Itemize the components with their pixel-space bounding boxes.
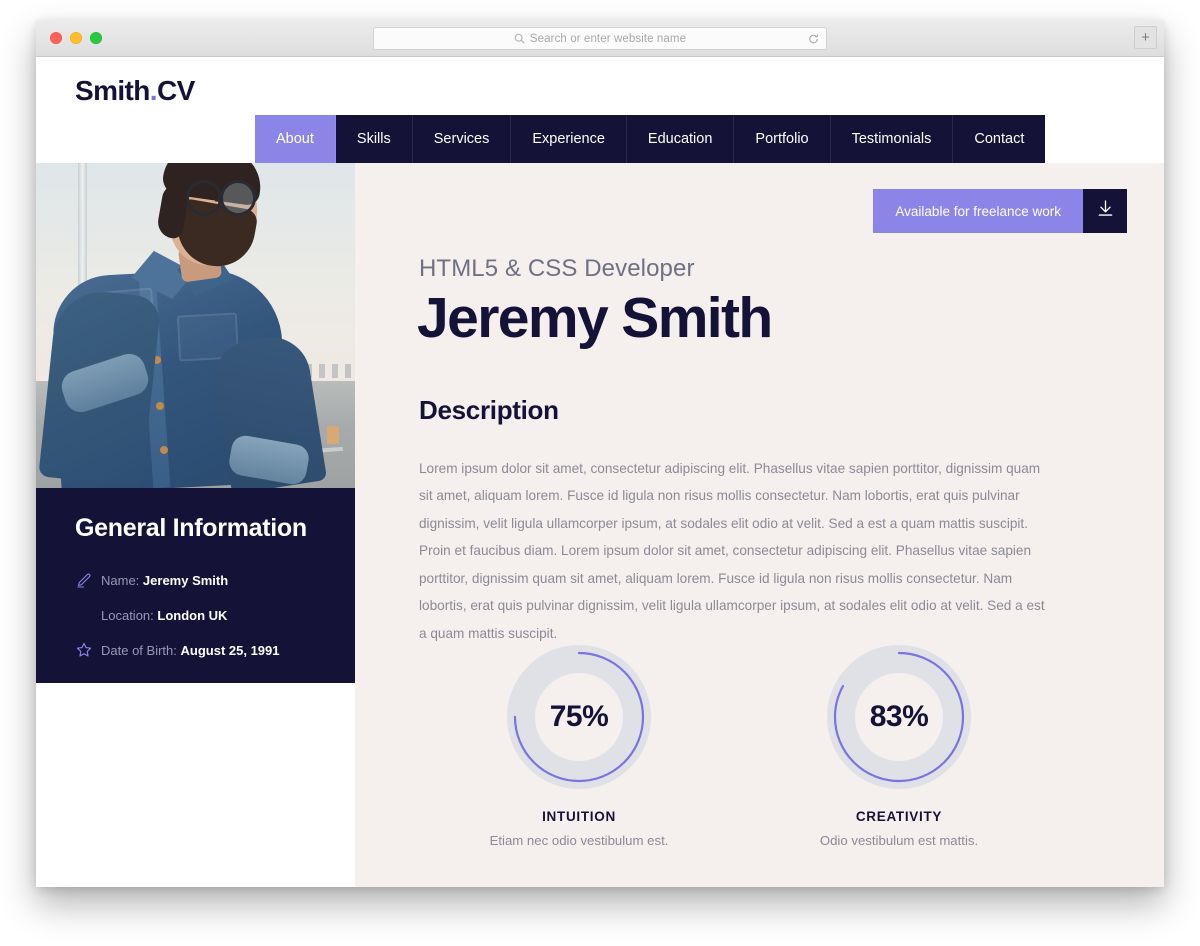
- browser-titlebar: Search or enter website name +: [36, 20, 1164, 57]
- nav-item-contact[interactable]: Contact: [953, 115, 1046, 163]
- nav-item-experience[interactable]: Experience: [511, 115, 627, 163]
- info-row-dob: Date of Birth: August 25, 1991: [36, 639, 355, 661]
- new-tab-button[interactable]: +: [1134, 26, 1157, 49]
- logo-main: Smith: [75, 75, 150, 106]
- star-icon: [75, 641, 101, 659]
- info-name-label: Name:: [101, 572, 140, 588]
- photo-shirt-button: [156, 402, 164, 410]
- nav-item-skills[interactable]: Skills: [335, 115, 413, 163]
- browser-window: Search or enter website name + Smith.CV …: [36, 20, 1164, 887]
- creativity-label: CREATIVITY: [855, 809, 943, 824]
- general-information-panel: General Information Name: Jeremy Smith L…: [36, 488, 355, 683]
- page-title: Jeremy Smith: [417, 286, 773, 350]
- logo-dot: .: [149, 75, 158, 106]
- freelance-label[interactable]: Available for freelance work: [873, 189, 1083, 233]
- stat-intuition: 75% INTUITION Etiam nec odio vestibulum …: [419, 643, 739, 848]
- web-page: Smith.CV About Skills Services Experienc…: [36, 57, 1164, 887]
- photo-person: [38, 163, 328, 488]
- logo-accent: CV: [156, 75, 195, 106]
- page-content: General Information Name: Jeremy Smith L…: [36, 163, 1164, 887]
- info-dob-label: Date of Birth:: [101, 642, 177, 658]
- address-input[interactable]: Search or enter website name: [530, 33, 686, 45]
- skill-stats: 75% INTUITION Etiam nec odio vestibulum …: [419, 643, 1059, 848]
- window-controls[interactable]: [50, 32, 102, 44]
- nav-item-testimonials[interactable]: Testimonials: [830, 115, 954, 163]
- intuition-value: 75%: [549, 700, 609, 733]
- download-cv-button[interactable]: [1083, 189, 1127, 233]
- intuition-caption: Etiam nec odio vestibulum est.: [489, 833, 669, 848]
- intuition-label: INTUITION: [542, 809, 616, 824]
- info-row-location: Location: London UK: [36, 604, 355, 626]
- creativity-donut-chart: 83%: [825, 643, 973, 791]
- reload-icon[interactable]: [808, 33, 819, 44]
- nav-item-about[interactable]: About: [255, 115, 336, 163]
- info-name-value: Jeremy Smith: [142, 572, 229, 588]
- info-dob-value: August 25, 1991: [180, 642, 280, 658]
- site-header: Smith.CV: [36, 57, 1164, 115]
- creativity-value: 83%: [869, 700, 929, 733]
- minus-icon: [75, 682, 101, 683]
- creativity-caption: Odio vestibulum est mattis.: [819, 833, 979, 848]
- freelance-availability-bar[interactable]: Available for freelance work: [873, 189, 1127, 233]
- main-column: Available for freelance work HTML5 & CSS…: [355, 163, 1164, 887]
- zoom-window-button[interactable]: [90, 32, 102, 44]
- download-icon: [1095, 198, 1116, 224]
- profile-column: General Information Name: Jeremy Smith L…: [36, 163, 355, 887]
- close-window-button[interactable]: [50, 32, 62, 44]
- stat-creativity: 83% CREATIVITY Odio vestibulum est matti…: [739, 643, 1059, 848]
- pencil-icon: [75, 572, 101, 589]
- info-row-name: Name: Jeremy Smith: [36, 569, 355, 591]
- info-dob-text: Date of Birth: August 25, 1991: [101, 643, 280, 658]
- info-name-text: Name: Jeremy Smith: [101, 573, 228, 588]
- main-navigation[interactable]: About Skills Services Experience Educati…: [255, 115, 1046, 163]
- job-role: HTML5 & CSS Developer: [419, 255, 695, 282]
- description-heading: Description: [419, 395, 559, 425]
- photo-shirt-button: [160, 446, 168, 454]
- nav-item-education[interactable]: Education: [626, 115, 735, 163]
- general-information-title: General Information: [75, 514, 307, 542]
- search-icon: [514, 33, 525, 44]
- photo-bollard: [327, 426, 339, 444]
- nav-item-services[interactable]: Services: [412, 115, 512, 163]
- info-location-value: London UK: [157, 607, 228, 623]
- info-location-label: Location:: [101, 607, 154, 623]
- minimize-window-button[interactable]: [70, 32, 82, 44]
- info-location-text: Location: London UK: [101, 608, 227, 623]
- info-row-partial: [36, 674, 355, 683]
- nav-item-portfolio[interactable]: Portfolio: [734, 115, 831, 163]
- address-bar[interactable]: Search or enter website name: [373, 27, 827, 50]
- intuition-donut-chart: 75%: [505, 643, 653, 791]
- site-logo[interactable]: Smith.CV: [75, 75, 195, 107]
- profile-photo: [36, 163, 355, 488]
- description-body: Lorem ipsum dolor sit amet, consectetur …: [419, 461, 1045, 641]
